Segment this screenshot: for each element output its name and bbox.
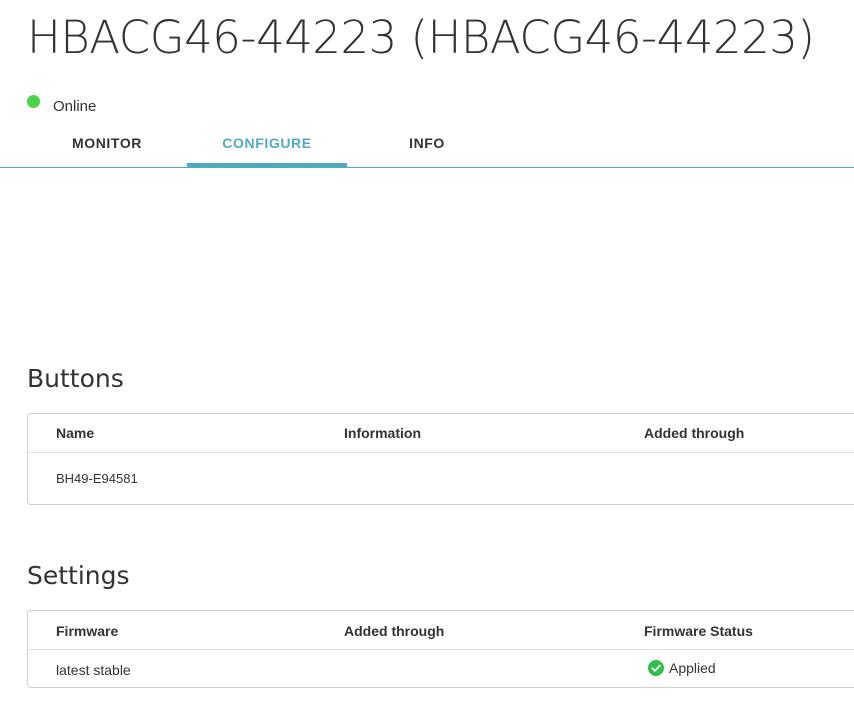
firmware-status-text: Applied (669, 660, 716, 676)
table-row[interactable]: latest stable Applied (28, 650, 854, 688)
device-page: HBACG46-44223 (HBACG46-44223) Online MON… (0, 0, 854, 724)
status-text: Online (53, 98, 97, 115)
tab-info[interactable]: INFO (347, 124, 507, 167)
firmware-status-cell: Applied (648, 660, 716, 676)
table-header-row: Name Information Added through (28, 414, 854, 453)
firmware-cell: latest stable (56, 662, 131, 678)
settings-table: Firmware Added through Firmware Status l… (27, 610, 854, 688)
tab-info-label: INFO (409, 135, 445, 151)
column-header-firmware-status[interactable]: Firmware Status (644, 623, 753, 639)
tab-monitor[interactable]: MONITOR (27, 124, 187, 167)
settings-section-title: Settings (27, 561, 130, 590)
tab-configure[interactable]: CONFIGURE (187, 124, 347, 167)
table-header-row: Firmware Added through Firmware Status (28, 611, 854, 650)
column-header-firmware[interactable]: Firmware (56, 623, 118, 639)
table-row[interactable]: BH49-E94581 (28, 453, 854, 505)
tab-monitor-label: MONITOR (71, 135, 143, 151)
column-header-added-through[interactable]: Added through (644, 425, 744, 441)
tab-configure-label: CONFIGURE (222, 135, 312, 151)
page-title: HBACG46-44223 (HBACG46-44223) (27, 11, 815, 64)
column-header-information[interactable]: Information (344, 425, 421, 441)
status-dot-icon (27, 95, 40, 108)
column-header-added-through[interactable]: Added through (344, 623, 444, 639)
buttons-table: Name Information Added through BH49-E945… (27, 413, 854, 505)
check-circle-icon (648, 660, 664, 676)
button-name-cell: BH49-E94581 (56, 471, 138, 486)
buttons-section-title: Buttons (27, 364, 124, 393)
column-header-name[interactable]: Name (56, 425, 94, 441)
tab-bar: MONITOR CONFIGURE INFO (0, 124, 854, 168)
